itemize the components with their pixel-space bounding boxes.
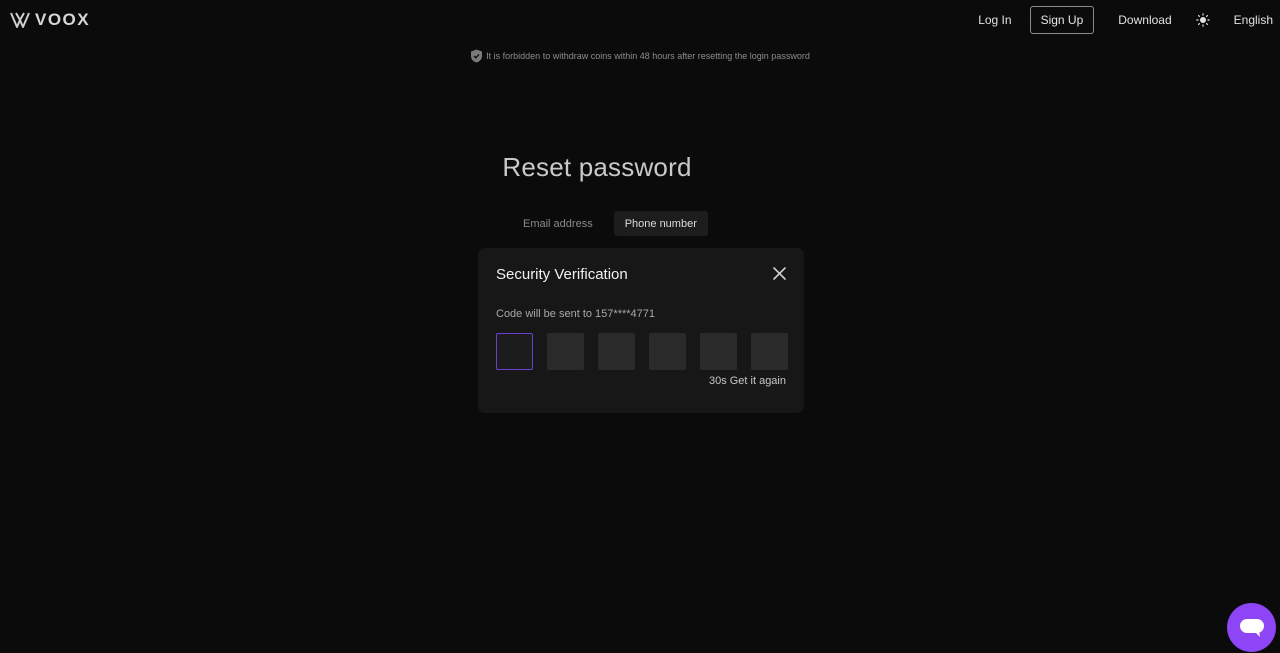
- modal-title: Security Verification: [496, 266, 628, 283]
- close-icon[interactable]: [772, 266, 786, 280]
- login-link[interactable]: Log In: [978, 13, 1011, 27]
- page-title: Reset password: [502, 152, 692, 182]
- reset-method-tabs: Email address Phone number: [512, 211, 708, 236]
- code-digit-input[interactable]: [649, 333, 686, 370]
- signup-button[interactable]: Sign Up: [1029, 6, 1095, 34]
- shield-check-icon: [471, 49, 483, 63]
- withdraw-notice: It is forbidden to withdraw coins within…: [0, 49, 1280, 63]
- logo-text: VOOX: [35, 10, 91, 29]
- chat-bubble-icon: [1239, 618, 1264, 637]
- chat-button[interactable]: [1227, 603, 1276, 652]
- page: VOOX Log In Sign Up Download English It …: [0, 0, 1280, 653]
- resend-countdown: 30s: [708, 375, 727, 387]
- code-destination: Code will be sent to 157****4771: [496, 308, 656, 320]
- logo[interactable]: VOOX: [10, 10, 90, 30]
- code-digit-input[interactable]: [496, 333, 533, 370]
- language-selector[interactable]: English: [1234, 13, 1273, 27]
- notice-text: It is forbidden to withdraw coins within…: [486, 51, 810, 61]
- code-input-row: [496, 333, 788, 370]
- code-digit-input[interactable]: [547, 333, 584, 370]
- code-digit-input[interactable]: [751, 333, 788, 370]
- download-link[interactable]: Download: [1118, 13, 1171, 27]
- top-nav: Log In Sign Up Download English: [978, 6, 1273, 34]
- resend-code: 30s Get it again: [709, 375, 786, 387]
- tab-phone[interactable]: Phone number: [613, 211, 708, 236]
- sun-icon[interactable]: [1195, 13, 1210, 27]
- tab-email[interactable]: Email address: [512, 211, 614, 236]
- code-digit-input[interactable]: [598, 333, 635, 370]
- security-verification-modal: Security Verification Code will be sent …: [478, 248, 804, 413]
- code-digit-input[interactable]: [700, 333, 737, 370]
- voox-logo-icon: [10, 12, 30, 28]
- resend-link[interactable]: Get it again: [730, 375, 786, 387]
